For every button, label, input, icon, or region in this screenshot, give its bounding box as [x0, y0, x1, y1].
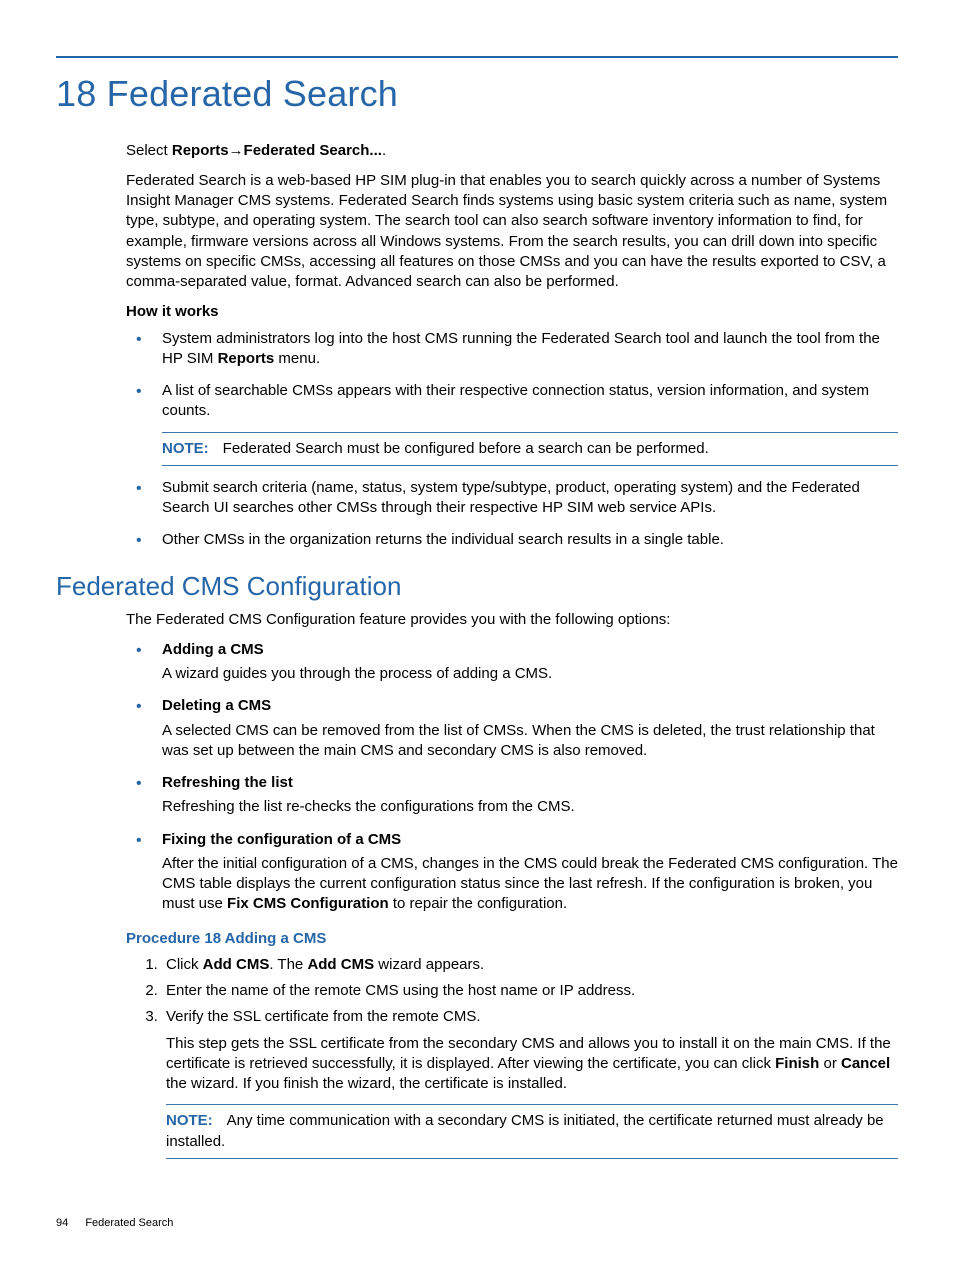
item1-bold: Reports — [218, 350, 275, 367]
page-footer: 94 Federated Search — [56, 1216, 173, 1231]
step1-pre: Click — [166, 956, 203, 973]
option-text: A wizard guides you through the process … — [162, 664, 898, 684]
list-item: Fixing the configuration of a CMS After … — [126, 830, 898, 915]
nav-reports: Reports — [172, 142, 229, 159]
fix-post: to repair the configuration. — [389, 895, 567, 912]
note-box: NOTE: Federated Search must be configured… — [162, 432, 898, 466]
list-item: Deleting a CMS A selected CMS can be rem… — [126, 696, 898, 761]
procedure-step: Click Add CMS. The Add CMS wizard appear… — [162, 955, 898, 975]
option-head: Deleting a CMS — [162, 696, 898, 716]
item1-post: menu. — [274, 350, 320, 367]
option-head: Fixing the configuration of a CMS — [162, 830, 898, 850]
top-rule — [56, 56, 898, 58]
fed-cms-options: Adding a CMS A wizard guides you through… — [126, 640, 898, 915]
chapter-name: Federated Search — [107, 73, 398, 114]
step3-b2: Cancel — [841, 1055, 890, 1072]
step1-post: wizard appears. — [374, 956, 484, 973]
list-item: Other CMSs in the organization returns t… — [126, 530, 898, 550]
step3-extra: This step gets the SSL certificate from … — [166, 1034, 898, 1095]
nav-path: Select Reports→Federated Search.... — [126, 141, 898, 161]
step3-post: the wizard. If you finish the wizard, th… — [166, 1075, 567, 1092]
fed-cms-block: The Federated CMS Configuration feature … — [126, 610, 898, 1159]
intro-paragraph: Federated Search is a web-based HP SIM p… — [126, 171, 898, 293]
chapter-number: 18 — [56, 73, 96, 114]
note-text: Any time communication with a secondary … — [166, 1112, 884, 1149]
procedure-title: Procedure 18 Adding a CMS — [126, 929, 898, 949]
list-item: Adding a CMS A wizard guides you through… — [126, 640, 898, 685]
option-head: Adding a CMS — [162, 640, 898, 660]
procedure-step: Verify the SSL certificate from the remo… — [162, 1007, 898, 1159]
note-box: NOTE:Any time communication with a secon… — [166, 1104, 898, 1159]
fed-cms-intro: The Federated CMS Configuration feature … — [126, 610, 898, 630]
step3-b1: Finish — [775, 1055, 819, 1072]
list-item: A list of searchable CMSs appears with t… — [126, 381, 898, 466]
step1-b1: Add CMS — [203, 956, 270, 973]
how-it-works-list: System administrators log into the host … — [126, 329, 898, 551]
step1-b2: Add CMS — [307, 956, 374, 973]
footer-section: Federated Search — [85, 1217, 173, 1229]
procedure-step: Enter the name of the remote CMS using t… — [162, 981, 898, 1001]
item3-text: Submit search criteria (name, status, sy… — [162, 479, 860, 516]
step1-mid: . The — [269, 956, 307, 973]
list-item: System administrators log into the host … — [126, 329, 898, 370]
step3-mid: or — [819, 1055, 841, 1072]
fix-bold: Fix CMS Configuration — [227, 895, 389, 912]
nav-arrow: → — [229, 142, 244, 159]
step3-text: Verify the SSL certificate from the remo… — [166, 1008, 481, 1025]
option-text: After the initial configuration of a CMS… — [162, 854, 898, 915]
chapter-title: 18 Federated Search — [56, 70, 898, 119]
nav-suffix: . — [382, 142, 386, 159]
list-item: Refreshing the list Refreshing the list … — [126, 773, 898, 818]
procedure-list: Click Add CMS. The Add CMS wizard appear… — [126, 955, 898, 1159]
step2-text: Enter the name of the remote CMS using t… — [166, 982, 635, 999]
how-it-works-heading: How it works — [126, 302, 898, 322]
page-number: 94 — [56, 1217, 68, 1229]
note-text: Federated Search must be configured befo… — [223, 440, 709, 457]
note-label: NOTE: — [166, 1112, 213, 1129]
item2-text: A list of searchable CMSs appears with t… — [162, 382, 869, 419]
intro-block: Select Reports→Federated Search.... Fede… — [126, 141, 898, 551]
item4-text: Other CMSs in the organization returns t… — [162, 531, 724, 548]
option-text: Refreshing the list re-checks the config… — [162, 797, 898, 817]
nav-fedsearch: Federated Search... — [244, 142, 382, 159]
note-label: NOTE: — [162, 440, 209, 457]
nav-prefix: Select — [126, 142, 172, 159]
option-text: A selected CMS can be removed from the l… — [162, 721, 898, 762]
fed-cms-heading: Federated CMS Configuration — [56, 569, 898, 604]
list-item: Submit search criteria (name, status, sy… — [126, 478, 898, 519]
option-head: Refreshing the list — [162, 773, 898, 793]
